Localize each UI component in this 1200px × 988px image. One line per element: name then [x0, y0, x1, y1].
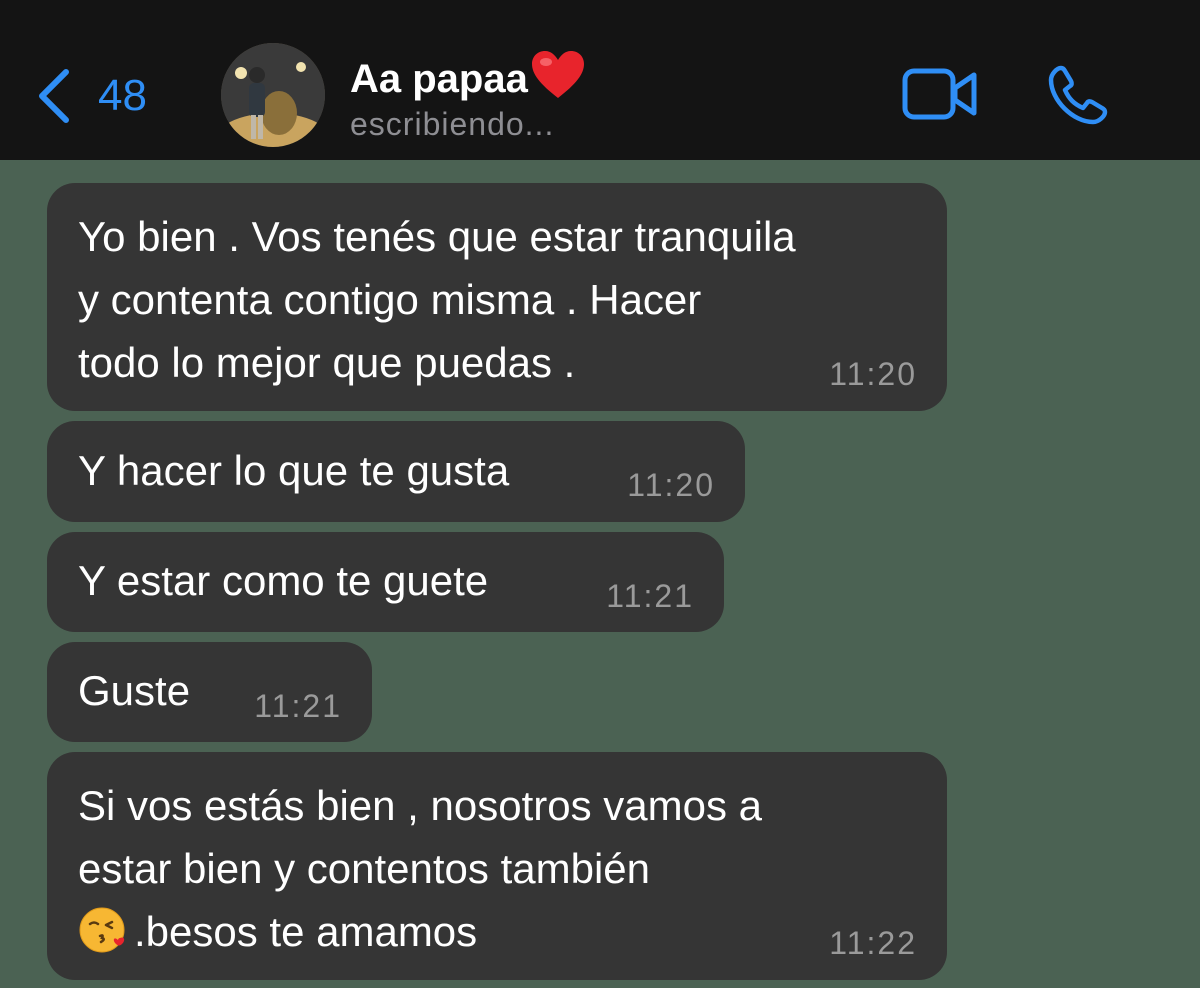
message-line-text: .besos te amamos	[134, 908, 478, 955]
message-timestamp: 11:20	[627, 467, 715, 503]
message-timestamp: 11:21	[254, 688, 342, 724]
heart-icon	[531, 51, 584, 98]
message-bubble[interactable]: Y hacer lo que te gusta 11:20	[47, 421, 745, 522]
avatar-photo	[221, 43, 325, 147]
unread-count: 48	[98, 71, 147, 120]
message-text: Y estar como te guete	[78, 557, 489, 604]
message-timestamp: 11:22	[829, 925, 917, 961]
chat-header: 48 Aa papaa escribiendo...	[0, 0, 1200, 160]
message-text: Y hacer lo que te gusta	[78, 447, 510, 494]
chevron-left-icon	[39, 69, 69, 123]
voice-call-button[interactable]	[1047, 64, 1109, 126]
message-bubble[interactable]: Si vos estás bien , nosotros vamos a est…	[47, 752, 947, 980]
message-bubble[interactable]: Yo bien . Vos tenés que estar tranquila …	[47, 183, 947, 411]
video-camera-icon	[902, 68, 977, 120]
video-call-button[interactable]	[902, 68, 978, 120]
message-line: Si vos estás bien , nosotros vamos a	[78, 782, 762, 829]
typing-status: escribiendo...	[350, 106, 555, 142]
message-text: Guste	[78, 667, 191, 714]
phone-icon	[1048, 65, 1108, 125]
contact-name-text: Aa papaa	[350, 57, 528, 101]
message-line: estar bien y contentos también	[78, 845, 651, 892]
message-timestamp: 11:20	[829, 356, 917, 392]
message-bubble[interactable]: Y estar como te guete 11:21	[47, 532, 724, 632]
message-text: Si vos estás bien , nosotros vamos a est…	[78, 774, 762, 963]
back-button[interactable]: 48	[36, 64, 147, 128]
avatar[interactable]	[221, 43, 325, 147]
message-bubble[interactable]: Guste 11:21	[47, 642, 372, 742]
contact-name[interactable]: Aa papaa	[350, 50, 586, 102]
message-line: .besos te amamos	[78, 900, 762, 963]
kissing-face-emoji-icon	[79, 907, 125, 953]
message-timestamp: 11:21	[606, 578, 694, 614]
message-text: Yo bien . Vos tenés que estar tranquila …	[78, 213, 796, 386]
